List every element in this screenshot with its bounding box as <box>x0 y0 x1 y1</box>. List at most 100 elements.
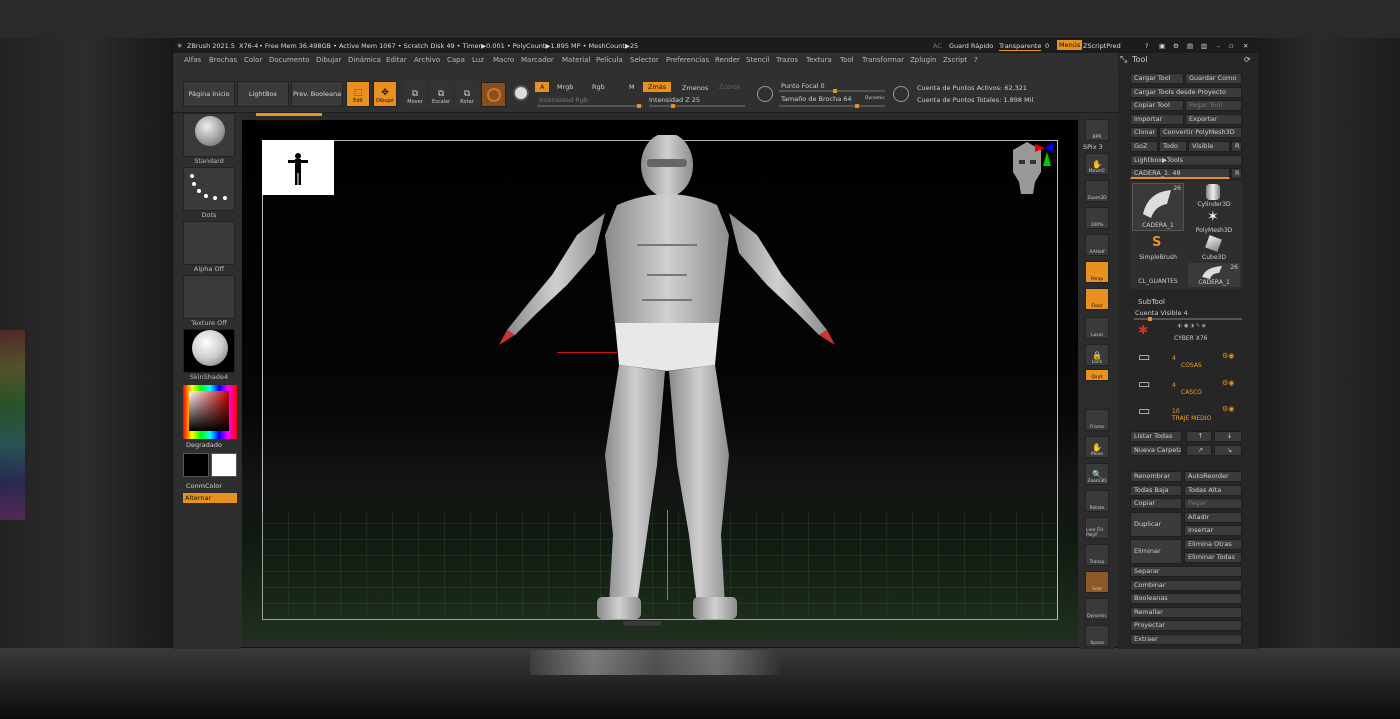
menu-luz[interactable]: Luz <box>472 56 484 64</box>
rotate-view-button[interactable]: Rotate <box>1085 490 1109 512</box>
new-folder-button[interactable]: Nueva Carpeta <box>1130 445 1182 456</box>
frame-button[interactable]: Frame <box>1085 409 1109 431</box>
lightbox-button[interactable]: LightBox <box>237 81 289 107</box>
zcut-button[interactable]: Zcorte <box>719 83 740 91</box>
material-swatch[interactable] <box>481 82 506 107</box>
menus-toggle[interactable]: Menús <box>1057 40 1083 50</box>
floor-button[interactable]: Floor <box>1085 288 1109 310</box>
draw-button[interactable]: ✥ Dibujar <box>373 81 397 107</box>
append-button[interactable]: Añadir <box>1184 512 1242 523</box>
focal-shift-slider[interactable]: Punto Focal 0 <box>781 82 825 90</box>
rename-button[interactable]: Renombrar <box>1130 471 1182 482</box>
menu-brochas[interactable]: Brochas <box>209 56 237 64</box>
menu-macro[interactable]: Macro <box>493 56 514 64</box>
transp-button[interactable]: Transp <box>1085 544 1109 566</box>
canvas-viewport[interactable] <box>242 120 1078 641</box>
persp-button[interactable]: Persp <box>1085 261 1109 283</box>
viewport-scroll-handle[interactable] <box>622 620 662 627</box>
settings-icon[interactable]: ⚙ <box>1173 42 1179 50</box>
save-as-button[interactable]: Guardar Como <box>1185 73 1242 84</box>
scale-button[interactable]: ⧉ Escalar <box>429 81 453 107</box>
move-up-folder-button[interactable]: ↗ <box>1186 445 1212 456</box>
rgb-button[interactable]: Rgb <box>592 83 605 91</box>
visible-count-track[interactable] <box>1134 317 1242 321</box>
m-button[interactable]: M <box>629 83 635 91</box>
rotate-button[interactable]: ⧉ Rotar <box>455 81 479 107</box>
menu-dinamica[interactable]: Dinámica <box>348 56 381 64</box>
goz-button[interactable]: GoZ <box>1130 141 1158 152</box>
current-tool-slider[interactable]: CADERA_1. 48 <box>1130 168 1230 179</box>
home-page-button[interactable]: Página Inicio <box>183 81 235 107</box>
all-low-button[interactable]: Todas Baja <box>1130 485 1182 496</box>
palette-icon[interactable]: ▣ <box>1159 42 1165 50</box>
alpha-thumbnail[interactable] <box>183 221 235 265</box>
xpose-button[interactable]: Xpose <box>1085 625 1109 647</box>
rgb-intensity-slider[interactable]: Intensidad Rgb <box>539 96 588 104</box>
menu-zscript[interactable]: Zscript <box>943 56 967 64</box>
draw-size-slider[interactable]: Tamaño de Brocha 64 <box>781 95 852 103</box>
spix-slider[interactable]: SPix 3 <box>1083 143 1103 151</box>
mrgb-button[interactable]: Mrgb <box>557 83 573 91</box>
menu-dibujar[interactable]: Dibujar <box>316 56 341 64</box>
clone-button[interactable]: Clonar <box>1130 127 1158 138</box>
local-button[interactable]: Local <box>1085 317 1109 339</box>
menu-marcador[interactable]: Marcador <box>521 56 554 64</box>
live-boolean-button[interactable]: Prev. Booleana <box>291 81 343 107</box>
goz-all-button[interactable]: Todo <box>1159 141 1187 152</box>
lightbox-tools-button[interactable]: Lightbox▶Tools <box>1130 155 1242 166</box>
minimize-icon[interactable]: – <box>1217 42 1220 50</box>
polyframe-button[interactable]: Line Fill PolyF <box>1085 517 1109 539</box>
palette-refresh-icon[interactable]: ⟳ <box>1244 55 1251 64</box>
menu-material[interactable]: Material <box>562 56 590 64</box>
extract-button[interactable]: Extraer <box>1130 634 1242 645</box>
brush-thumbnail[interactable] <box>183 113 235 157</box>
delete-all-button[interactable]: Eliminar Todas <box>1184 552 1242 563</box>
default-zscript-button[interactable]: ZScriptPred <box>1083 42 1121 50</box>
brush-mode-icon[interactable] <box>893 86 909 102</box>
menu-documento[interactable]: Documento <box>269 56 310 64</box>
visible-count-slider[interactable]: Cuenta Visible 4 <box>1135 309 1188 317</box>
delete-other-button[interactable]: Elimina Otras <box>1184 539 1242 550</box>
close-icon[interactable]: ✕ <box>1243 42 1248 50</box>
tool-item-cadera[interactable]: 26 CADERA_1 <box>1132 183 1184 231</box>
menu-archivo[interactable]: Archivo <box>414 56 440 64</box>
make-polymesh-button[interactable]: Convertir PolyMesh3D <box>1159 127 1242 138</box>
current-tool-r-button[interactable]: R <box>1231 168 1242 179</box>
layout2-icon[interactable]: ▥ <box>1201 42 1207 50</box>
boolean-button[interactable]: Booleanas <box>1130 593 1242 604</box>
lock-button[interactable]: 🔒 Lock <box>1085 344 1109 366</box>
folder-settings-icon[interactable]: ⚙◉ <box>1222 352 1234 360</box>
merge-button[interactable]: Combinar <box>1130 580 1242 591</box>
navigation-thumbnail[interactable] <box>262 140 334 195</box>
menu-preferencias[interactable]: Preferencias <box>666 56 709 64</box>
secondary-color-swatch[interactable] <box>211 453 237 477</box>
menu-selector[interactable]: Selector <box>630 56 659 64</box>
focal-shift-track[interactable] <box>779 89 885 93</box>
help-icon[interactable]: ? <box>1145 42 1148 50</box>
list-all-button[interactable]: Listar Todas <box>1130 431 1182 442</box>
sculptris-icon[interactable] <box>757 86 773 102</box>
stroke-thumbnail[interactable] <box>183 167 235 211</box>
menu-textura[interactable]: Textura <box>806 56 832 64</box>
move-down-button[interactable]: ↓ <box>1214 431 1242 442</box>
navigation-head-icon[interactable] <box>997 142 1057 212</box>
tool-item-polymesh[interactable]: ✶ PolyMesh3D <box>1188 209 1240 234</box>
copy-button[interactable]: Copiar <box>1130 498 1182 509</box>
subtool-item-traje[interactable]: ▭ 10 TRAJE MEDIO ⚙◉ <box>1134 402 1244 426</box>
subtool-item-casco[interactable]: ▭ 4 CASCO ⚙◉ <box>1134 375 1244 401</box>
all-high-button[interactable]: Todas Alta <box>1184 485 1242 496</box>
move-down-folder-button[interactable]: ↘ <box>1214 445 1242 456</box>
load-tool-button[interactable]: Cargar Tool <box>1130 73 1184 84</box>
character-model[interactable] <box>497 135 837 630</box>
menu-transformar[interactable]: Transformar <box>862 56 904 64</box>
z-intensity-track[interactable] <box>649 104 745 108</box>
draw-size-track[interactable] <box>779 104 885 108</box>
move-button-right[interactable]: ✋ Move <box>1085 436 1109 458</box>
zoom2d-button[interactable]: Zoom2D <box>1085 180 1109 202</box>
menu-help[interactable]: ? <box>974 56 978 64</box>
export-button[interactable]: Exportar <box>1185 114 1242 125</box>
menu-tool[interactable]: Tool <box>840 56 854 64</box>
subtool-item-cosas[interactable]: ▭ 4 COSAS ⚙◉ <box>1134 348 1244 374</box>
pin-icon[interactable]: ⤡ <box>1120 55 1127 65</box>
zsub-button[interactable]: Zmenos <box>682 84 708 92</box>
